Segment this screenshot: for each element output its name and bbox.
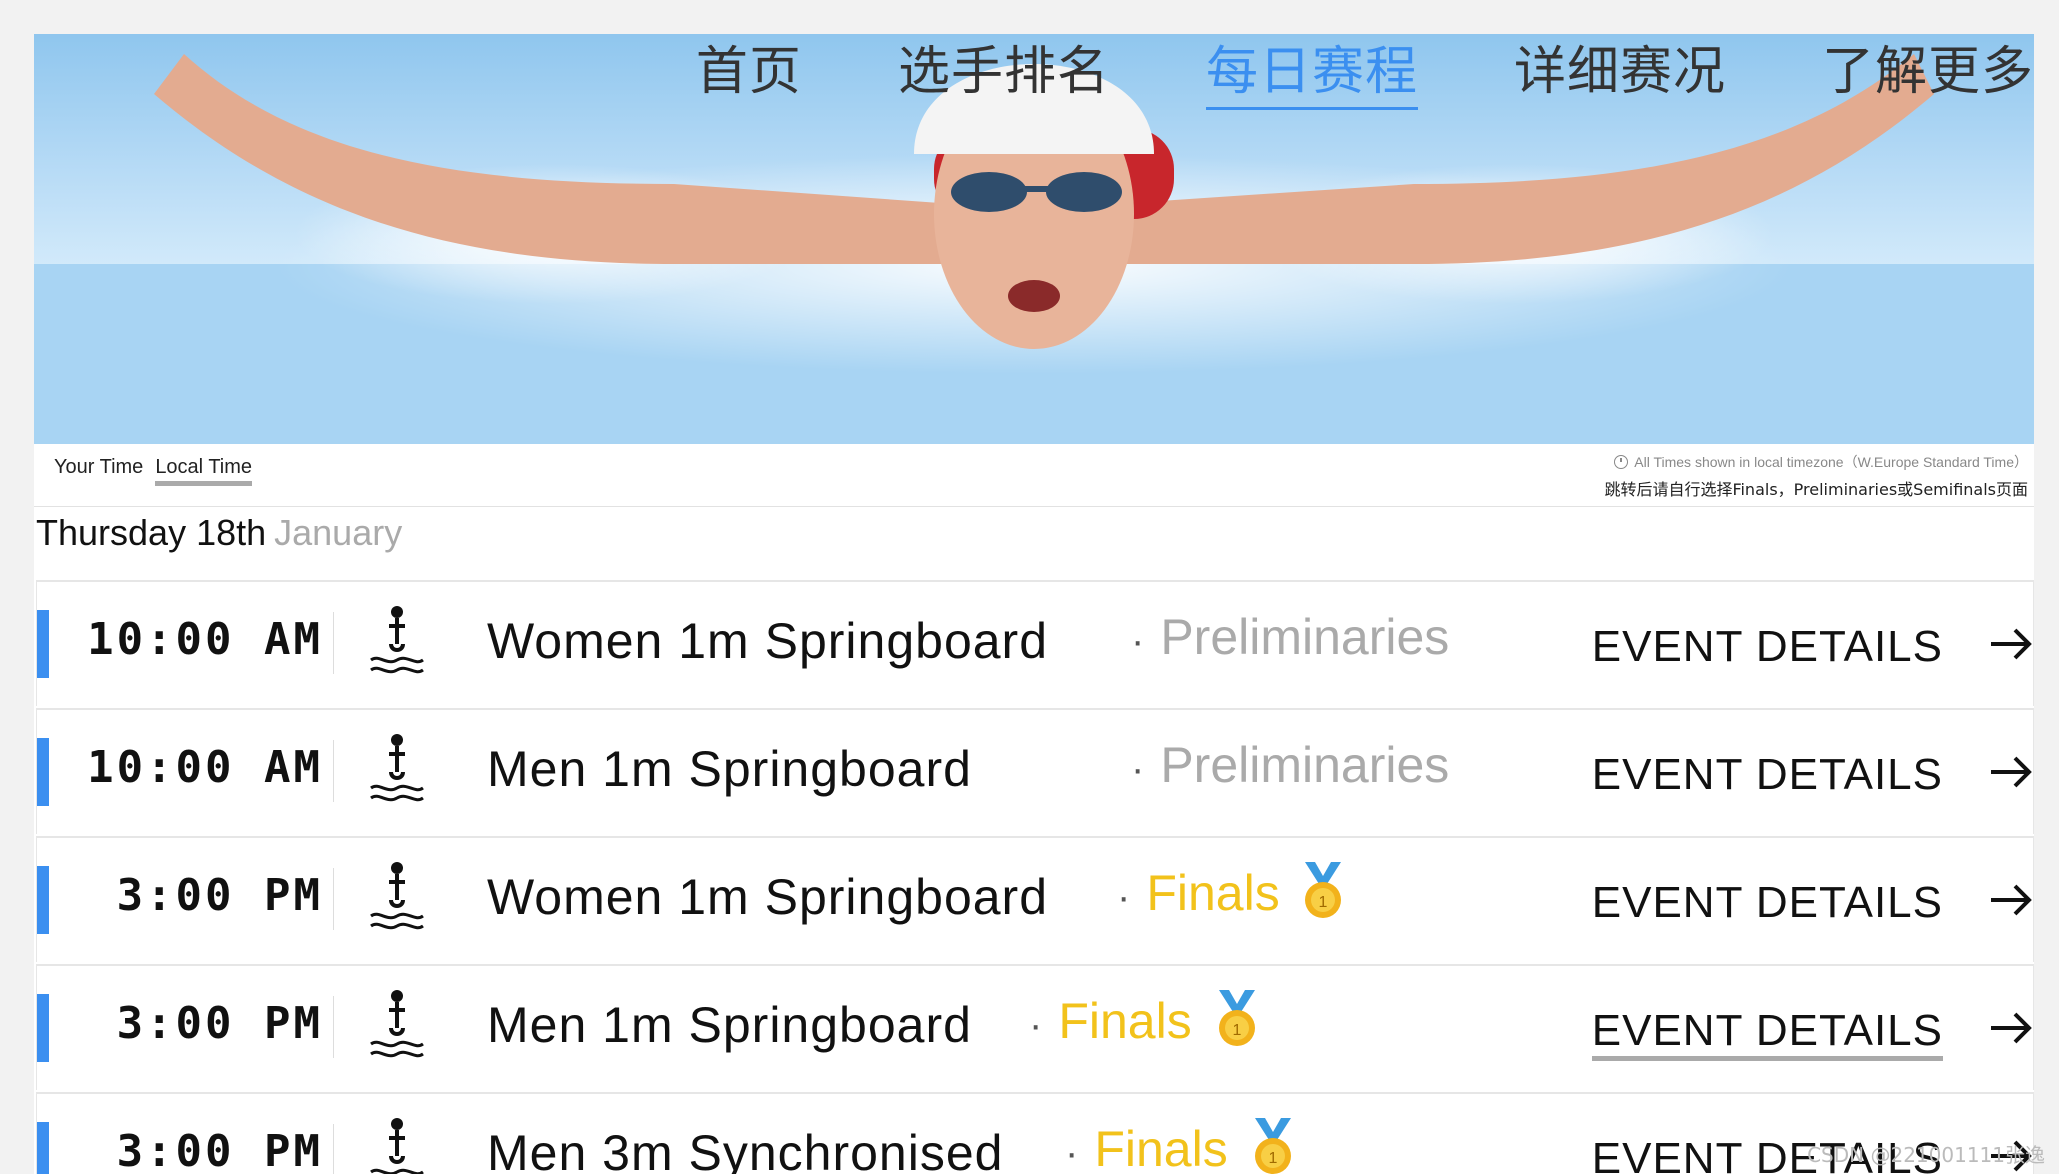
- local-time-option[interactable]: Local Time: [155, 456, 253, 486]
- event-time: 10:00 AM: [87, 742, 323, 793]
- gold-medal-icon: 1: [1255, 1118, 1291, 1174]
- nav-item-details[interactable]: 详细赛况: [1514, 43, 1726, 101]
- event-row: 3:00 PM Men 1m Springboard · Finals 1 EVE…: [36, 964, 2034, 1090]
- event-details-button[interactable]: EVENT DETAILS: [1592, 750, 1943, 800]
- event-time: 10:00 AM: [87, 614, 323, 665]
- divider: [333, 612, 334, 674]
- event-phase: · Finals: [1029, 993, 1192, 1049]
- event-row: 3:00 PM Women 1m Springboard · Finals 1 E…: [36, 836, 2034, 962]
- event-details-button[interactable]: EVENT DETAILS: [1592, 878, 1943, 928]
- event-name[interactable]: Men 3m Synchronised: [487, 1124, 1003, 1174]
- gold-medal-icon: 1: [1305, 862, 1341, 918]
- divider: [333, 996, 334, 1058]
- timezone-note: All Times shown in local timezone（W.Euro…: [1604, 452, 2028, 500]
- event-phase: · Preliminaries: [1131, 609, 1450, 665]
- event-name[interactable]: Men 1m Springboard: [487, 740, 972, 798]
- date-month: January: [274, 512, 403, 553]
- event-phase: · Preliminaries: [1131, 737, 1450, 793]
- timezone-note-text: All Times shown in local timezone（W.Euro…: [1634, 454, 2028, 470]
- event-accent-bar: [37, 1122, 49, 1174]
- divider: [333, 740, 334, 802]
- svg-text:1: 1: [1319, 894, 1328, 911]
- event-accent-bar: [37, 994, 49, 1062]
- clock-icon: [1614, 455, 1629, 469]
- event-phase-label: Finals: [1146, 865, 1280, 921]
- event-name[interactable]: Women 1m Springboard: [487, 868, 1048, 926]
- timezone-toggle: Your Time Local Time: [54, 456, 253, 486]
- nav-item-home[interactable]: 首页: [696, 43, 802, 101]
- nav-item-more[interactable]: 了解更多: [1822, 43, 2034, 101]
- event-name[interactable]: Men 1m Springboard: [487, 996, 972, 1054]
- diving-icon: [370, 1118, 424, 1174]
- svg-text:1: 1: [1233, 1022, 1242, 1039]
- date-day: Thursday 18th: [36, 512, 267, 553]
- divider: [333, 868, 334, 930]
- event-phase-label: Preliminaries: [1160, 737, 1450, 793]
- nav-item-schedule[interactable]: 每日赛程: [1205, 43, 1418, 111]
- your-time-option[interactable]: Your Time: [54, 456, 143, 486]
- event-row: 3:00 PM Men 3m Synchronised · Finals 1 EV…: [36, 1092, 2034, 1174]
- page: 首页 选手排名 每日赛程 详细赛况 了解更多 Your Time Local T…: [34, 34, 2034, 1174]
- arrow-right-icon[interactable]: [1989, 878, 2033, 922]
- gold-medal-icon: 1: [1219, 990, 1255, 1046]
- event-name[interactable]: Women 1m Springboard: [487, 612, 1048, 670]
- event-phase: · Finals: [1117, 865, 1280, 921]
- arrow-right-icon[interactable]: [1989, 622, 2033, 666]
- event-accent-bar: [37, 610, 49, 678]
- event-phase: · Finals: [1065, 1120, 1228, 1174]
- diving-icon: [370, 990, 424, 1058]
- diving-icon: [370, 606, 424, 674]
- timezone-hint: 跳转后请自行选择Finals，Preliminaries或Semifinals页…: [1604, 480, 2028, 499]
- event-phase-label: Preliminaries: [1160, 609, 1450, 665]
- arrow-right-icon[interactable]: [1989, 1006, 2033, 1050]
- event-time: 3:00 PM: [116, 870, 323, 921]
- event-time: 3:00 PM: [116, 1126, 323, 1174]
- main-nav: 首页 选手排名 每日赛程 详细赛况 了解更多: [696, 43, 2034, 124]
- event-row: 10:00 AM Women 1m Springboard · Prelimina…: [36, 580, 2034, 706]
- timezone-bar: Your Time Local Time All Times shown in …: [34, 444, 2034, 507]
- arrow-right-icon[interactable]: [1989, 750, 2033, 794]
- event-phase-label: Finals: [1094, 1121, 1228, 1174]
- event-row: 10:00 AM Men 1m Springboard · Preliminari…: [36, 708, 2034, 834]
- hero-banner: 首页 选手排名 每日赛程 详细赛况 了解更多: [34, 34, 2034, 444]
- event-accent-bar: [37, 866, 49, 934]
- schedule-date: Thursday 18th January: [36, 512, 402, 554]
- divider: [333, 1124, 334, 1174]
- event-phase-label: Finals: [1058, 993, 1192, 1049]
- event-details-button[interactable]: EVENT DETAILS: [1592, 622, 1943, 672]
- nav-item-rankings[interactable]: 选手排名: [898, 43, 1110, 101]
- event-list: 10:00 AM Women 1m Springboard · Prelimina…: [36, 580, 2034, 1174]
- watermark: CSDN @221001111张逸: [1807, 1143, 2045, 1167]
- event-accent-bar: [37, 738, 49, 806]
- svg-text:1: 1: [1269, 1150, 1278, 1167]
- diving-icon: [370, 862, 424, 930]
- event-details-button[interactable]: EVENT DETAILS: [1591, 1006, 1943, 1061]
- event-time: 3:00 PM: [116, 998, 323, 1049]
- diving-icon: [370, 734, 424, 802]
